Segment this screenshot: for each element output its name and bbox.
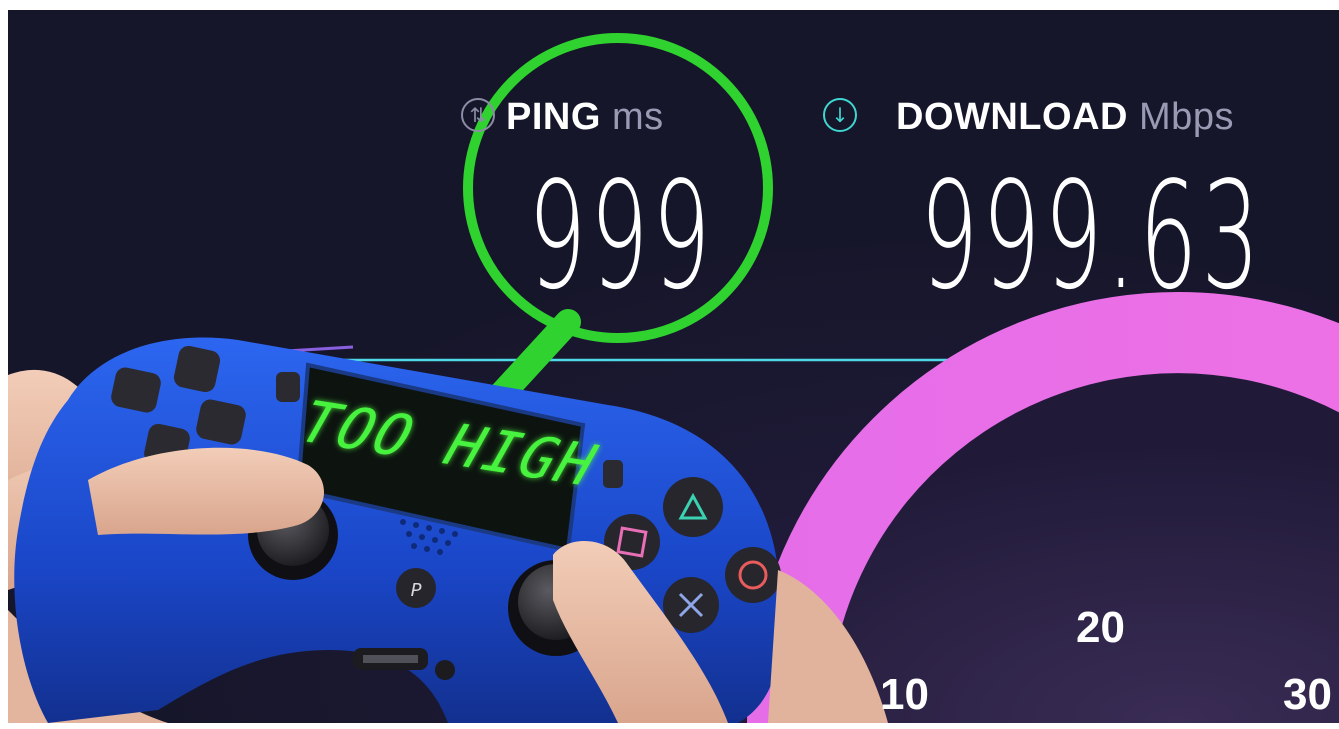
ping-heading: PING ms <box>506 96 664 139</box>
speed-test-graphic: P ⇅ PING ms 999 ↓ DOWNLOAD Mbps 999.63 1… <box>8 10 1339 723</box>
download-heading: DOWNLOAD Mbps <box>896 96 1234 139</box>
svg-text:P: P <box>411 580 422 601</box>
download-value: 999.63 <box>920 150 1264 322</box>
download-unit: Mbps <box>1139 96 1234 138</box>
download-arrow-icon: ↓ <box>823 98 857 132</box>
ping-value: 999 <box>528 150 715 322</box>
gauge-label-10: 10 <box>880 670 929 719</box>
ping-label: PING <box>506 96 601 138</box>
download-label: DOWNLOAD <box>896 96 1128 138</box>
ping-unit: ms <box>611 96 664 138</box>
gauge-label-30: 30 <box>1283 670 1332 719</box>
ping-icon: ⇅ <box>461 98 495 132</box>
gauge-label-20: 20 <box>1076 603 1125 652</box>
